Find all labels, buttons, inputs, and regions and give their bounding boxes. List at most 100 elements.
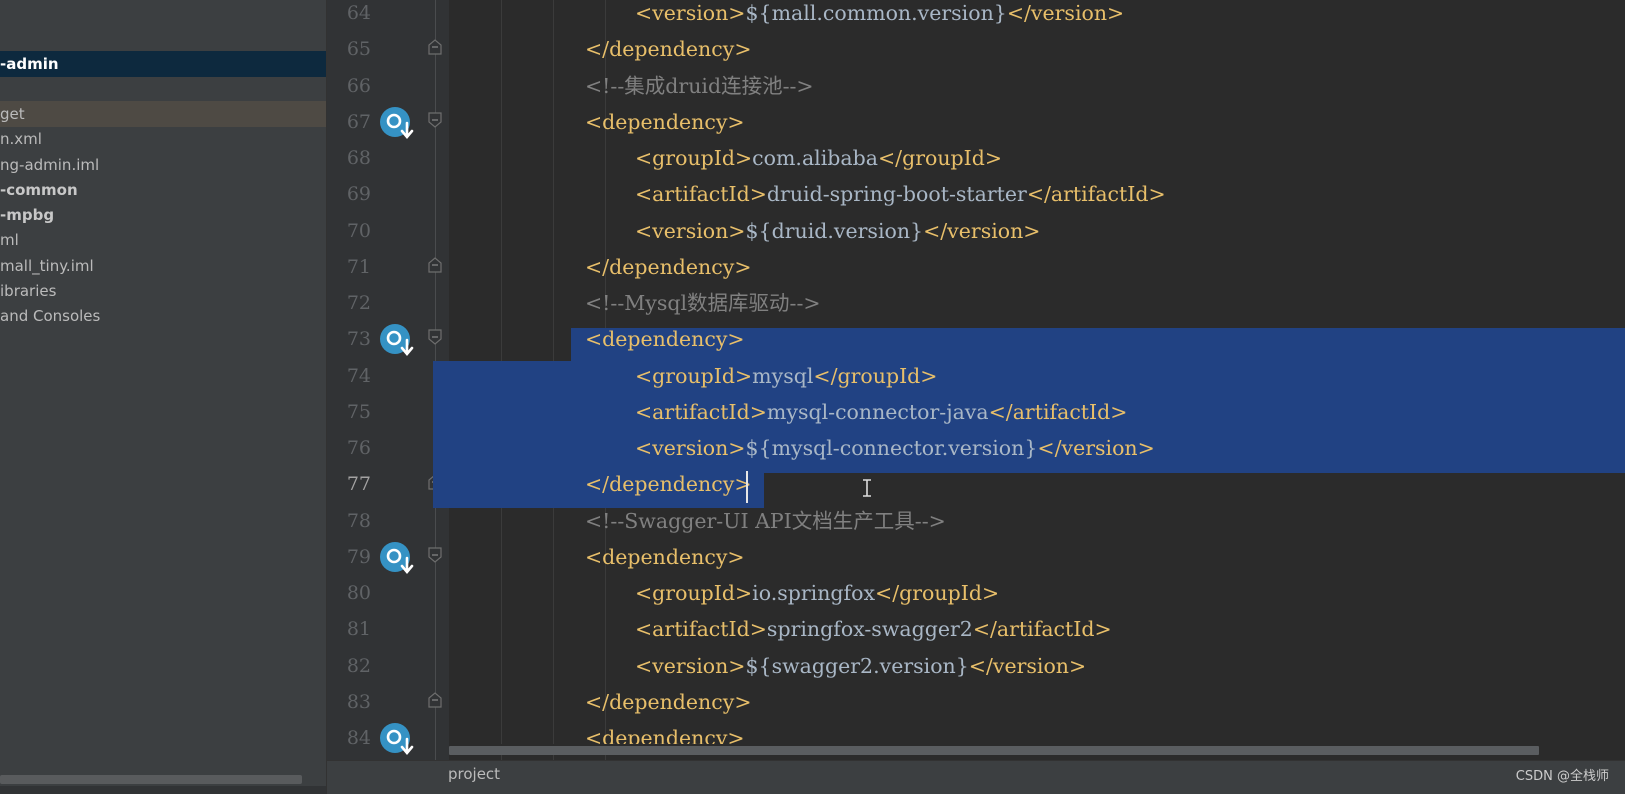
fold-end-icon[interactable] (428, 256, 442, 273)
code-line[interactable]: <version>${mysql-connector.version}</ver… (635, 435, 1155, 473)
editor-gutter: 64 65 66 67 68 69 70 71 72 73 74 75 76 77 78 79 80 81 82 83… (327, 0, 449, 760)
line-number: 78 (346, 509, 371, 532)
xml-tag-token: </dependency> (585, 254, 752, 279)
xml-tag-token: <dependency> (585, 544, 745, 569)
line-number: 68 (346, 147, 371, 169)
xml-tag-token: <version> (635, 218, 746, 243)
xml-tag-token: </version> (1037, 436, 1155, 460)
xml-tag-token: </dependency> (585, 689, 752, 714)
watermark-text: CSDN @全栈师 (1515, 769, 1609, 784)
code-line[interactable]: <version>${swagger2.version}</version> (635, 653, 1086, 691)
xml-tag-token: </dependency> (585, 472, 752, 497)
code-line[interactable]: <artifactId>mysql-connector-java</artifa… (635, 399, 1127, 437)
code-line[interactable]: <version>${mall.common.version}</version… (635, 0, 1124, 38)
line-number: 81 (346, 618, 371, 641)
code-area[interactable]: <version>${mall.common.version}</version… (433, 0, 1625, 760)
tree-item-label: mall_tiny.iml (0, 257, 94, 275)
code-line[interactable]: <!--Swagger-UI API文档生产工具--> (585, 508, 946, 546)
xml-text-token: ${swagger2.version} (745, 653, 969, 678)
xml-comment-token: <!--Mysql数据库驱动--> (585, 291, 821, 315)
line-number: 71 (346, 255, 371, 278)
code-editor[interactable]: 64 65 66 67 68 69 70 71 72 73 74 75 76 77 78 79 80 81 82 83… (327, 0, 1625, 760)
code-line[interactable]: <artifactId>springfox-swagger2</artifact… (635, 616, 1112, 654)
code-line[interactable]: </dependency> (585, 254, 752, 292)
xml-text-token: io.springfox (752, 581, 876, 605)
xml-tag-token: <version> (635, 436, 746, 460)
tree-item[interactable]: ml (0, 227, 326, 253)
xml-tag-token: <artifactId> (635, 617, 767, 642)
line-number: 73 (346, 328, 371, 351)
line-number: 67 (346, 110, 371, 133)
xml-comment-token: <!--Swagger-UI API文档生产工具--> (585, 508, 946, 533)
sidebar-bottom-strip (0, 786, 326, 794)
code-line[interactable]: <dependency> (585, 326, 745, 364)
maven-dependency-icon[interactable] (380, 541, 414, 576)
tree-item-label: -admin (0, 55, 59, 73)
xml-tag-token: <dependency> (585, 109, 745, 134)
tree-item[interactable]: n.xml (0, 126, 326, 152)
fold-start-icon[interactable] (428, 329, 442, 346)
tree-item-label: ibraries (0, 282, 57, 300)
line-number: 74 (346, 364, 371, 387)
xml-text-token: ${mall.common.version} (745, 1, 1007, 25)
line-number: 70 (346, 219, 371, 242)
code-line[interactable]: <version>${druid.version}</version> (635, 218, 1041, 256)
tree-item[interactable]: ibraries (0, 278, 326, 304)
fold-end-icon[interactable] (428, 691, 442, 708)
xml-tag-token: <groupId> (635, 363, 753, 388)
maven-dependency-icon[interactable] (380, 324, 414, 358)
xml-tag-token: </groupId> (875, 581, 1000, 605)
tree-item[interactable]: get (0, 101, 326, 127)
maven-dependency-icon[interactable] (380, 106, 414, 141)
code-line[interactable]: <dependency> (585, 544, 745, 582)
xml-tag-token: <version> (635, 653, 746, 678)
code-line[interactable]: <artifactId>druid-spring-boot-starter</a… (635, 181, 1166, 219)
text-caret (746, 471, 748, 504)
tree-item[interactable]: mall_tiny.iml (0, 253, 326, 279)
line-number: 64 (346, 2, 371, 24)
tree-item-label: n.xml (0, 130, 42, 148)
code-line[interactable]: <groupId>io.springfox</groupId> (635, 580, 999, 618)
line-number: 79 (346, 545, 371, 568)
tree-item[interactable]: -common (0, 177, 326, 203)
project-tab-label[interactable]: project (448, 763, 500, 785)
maven-dependency-icon[interactable] (380, 723, 414, 757)
line-number: 69 (346, 183, 371, 206)
tree-item-label: ng-admin.iml (0, 156, 100, 174)
project-tool-window: -admin get n.xml ng-admin.iml -common -mpbg ml… (0, 0, 327, 794)
xml-text-token: com.alibaba (752, 146, 878, 170)
fold-end-icon[interactable] (428, 39, 442, 55)
fold-start-icon[interactable] (428, 547, 442, 563)
xml-tag-token: <version> (635, 1, 746, 25)
xml-tag-token: </version> (923, 218, 1041, 243)
xml-text-token: mysql (752, 363, 814, 388)
editor-horizontal-scrollbar[interactable] (449, 746, 1539, 755)
xml-text-token: springfox-swagger2 (766, 617, 973, 642)
xml-tag-token: <artifactId> (635, 182, 767, 207)
code-line[interactable]: <!--集成druid连接池--> (585, 73, 814, 111)
code-line[interactable]: <dependency> (585, 109, 745, 147)
code-line[interactable]: <groupId>com.alibaba</groupId> (635, 145, 1002, 183)
code-line[interactable]: </dependency> (585, 471, 752, 509)
xml-comment-token: <!--集成druid连接池--> (585, 73, 814, 98)
tree-item[interactable]: ng-admin.iml (0, 152, 326, 178)
tree-item[interactable]: -mpbg (0, 202, 326, 228)
xml-tag-token: </dependency> (585, 37, 752, 62)
tree-item-label: ml (0, 231, 19, 249)
tree-item-label: -common (0, 181, 78, 199)
xml-tag-token: <dependency> (585, 327, 745, 352)
tree-item-label: and Consoles (0, 307, 101, 325)
fold-start-icon[interactable] (428, 112, 442, 128)
line-number: 66 (346, 74, 371, 97)
xml-tag-token: </groupId> (877, 146, 1003, 170)
xml-text-token: mysql-connector-java (766, 399, 989, 424)
code-line[interactable]: <!--Mysql数据库驱动--> (585, 290, 821, 328)
project-tree-horizontal-scrollbar[interactable] (0, 775, 302, 784)
tree-item[interactable]: and Consoles (0, 303, 326, 329)
code-line[interactable]: </dependency> (585, 36, 752, 74)
code-line[interactable]: <groupId>mysql</groupId> (635, 363, 937, 401)
mouse-ibeam-cursor-icon (863, 479, 871, 498)
xml-tag-token: </artifactId> (988, 399, 1128, 424)
code-line[interactable]: </dependency> (585, 689, 752, 727)
tree-item[interactable]: -admin (0, 51, 326, 77)
